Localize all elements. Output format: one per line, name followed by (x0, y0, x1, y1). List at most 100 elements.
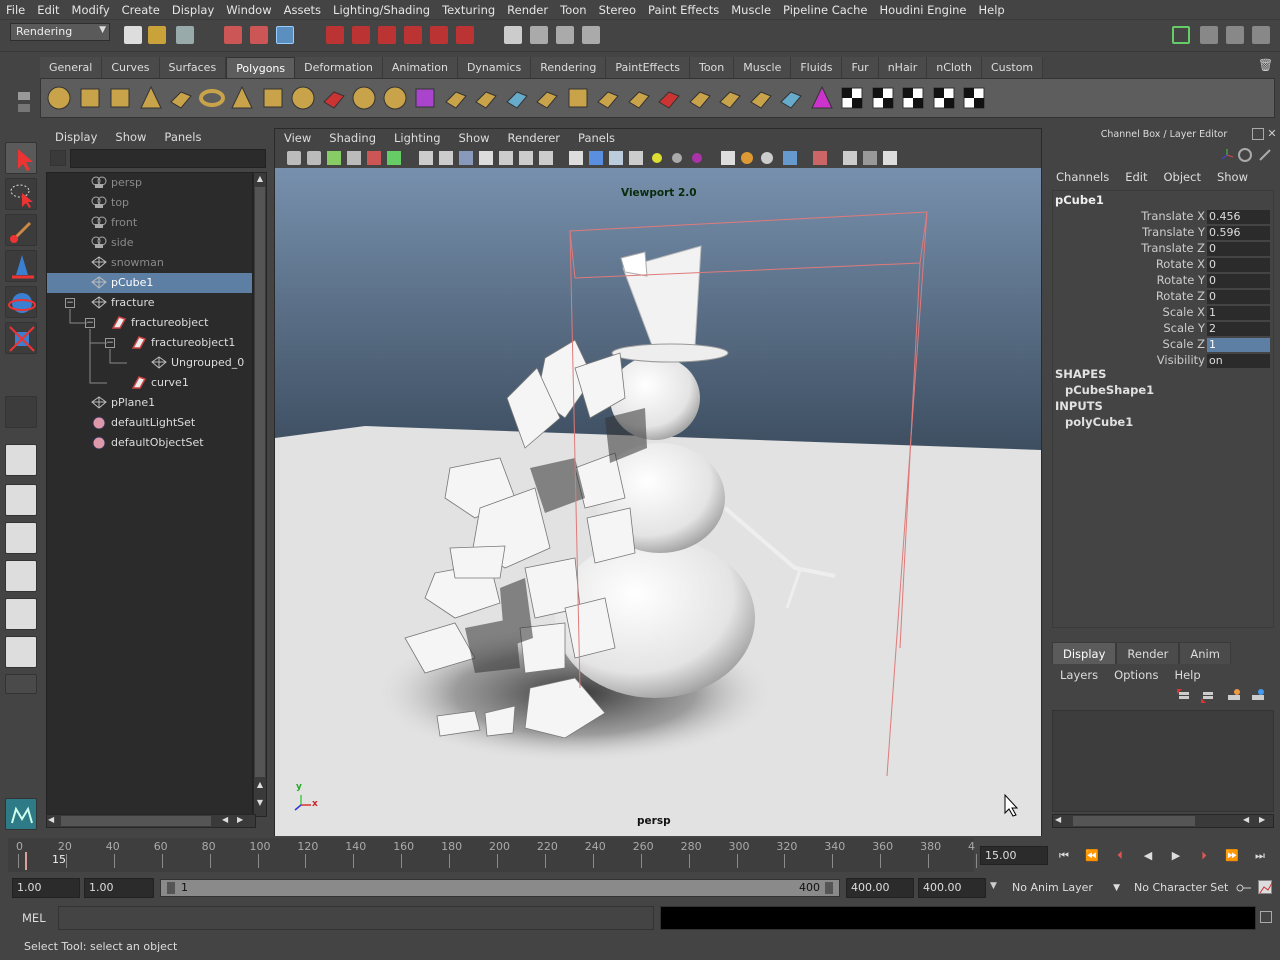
outliner-item[interactable]: − fracture (47, 293, 252, 313)
scroll-thumb[interactable] (255, 187, 265, 777)
outliner-item[interactable]: curve1 (47, 373, 252, 393)
uv-sew-icon[interactable] (930, 84, 958, 112)
selected-object-name[interactable]: pCube1 (1055, 193, 1104, 207)
shelf-tab-rendering[interactable]: Rendering (531, 57, 607, 78)
menu-houdini-engine[interactable]: Houdini Engine (873, 3, 972, 17)
snap-grid-icon[interactable] (326, 26, 344, 44)
expand-collapse-icon[interactable]: − (105, 338, 115, 348)
menu-muscle[interactable]: Muscle (725, 3, 777, 17)
snap-live-icon[interactable] (430, 26, 448, 44)
menu-toon[interactable]: Toon (554, 3, 592, 17)
select-hierarchy-icon[interactable] (224, 26, 242, 44)
menu-create[interactable]: Create (116, 3, 166, 17)
rotate-tool-icon[interactable] (5, 286, 37, 318)
menu-render[interactable]: Render (501, 3, 554, 17)
four-view-layout-icon[interactable] (5, 484, 37, 516)
shape-node[interactable]: pCubeShape1 (1065, 383, 1154, 397)
shelf-tab-polygons[interactable]: Polygons (226, 57, 296, 78)
channel-attribute-name[interactable]: Rotate Z (1156, 289, 1205, 303)
shelf-tab-dynamics[interactable]: Dynamics (457, 57, 532, 78)
character-set-dropdown[interactable]: No Character Set (1128, 878, 1238, 898)
viewport-toolbar-icons[interactable] (275, 147, 1041, 169)
channel-box-menu-object[interactable]: Object (1156, 170, 1209, 184)
modeling-toolkit-icon[interactable] (1172, 26, 1190, 44)
outliner-item[interactable]: pPlane1 (47, 393, 252, 413)
layer-horizontal-scrollbar[interactable]: ◀ ◀ ▶ (1052, 814, 1274, 828)
poly-sphere-icon[interactable] (45, 84, 73, 112)
manipulator-icon[interactable] (1220, 148, 1234, 162)
move-layer-up-icon[interactable] (1176, 688, 1192, 704)
scroll-up-icon[interactable]: ▲ (255, 780, 265, 792)
outliner-vertical-scrollbar[interactable]: ▲ ▲ ▼ (253, 172, 267, 817)
speed-icon[interactable] (1238, 148, 1252, 162)
poly-helix-icon[interactable] (289, 84, 317, 112)
script-editor-icon[interactable] (1260, 911, 1272, 923)
select-component-icon[interactable] (276, 26, 294, 44)
channel-attribute-row[interactable]: Rotate Y0 (1053, 273, 1275, 289)
shelf-tab-muscle[interactable]: Muscle (734, 57, 792, 78)
expand-collapse-icon[interactable]: − (65, 298, 75, 308)
step-forward-key-icon[interactable]: ⏵ (1196, 848, 1212, 864)
scale-tool-icon[interactable] (5, 322, 37, 354)
channel-box-icon[interactable] (1252, 26, 1270, 44)
outliner-item[interactable]: Ungrouped_0 (47, 353, 252, 373)
shelf-tab-nhair[interactable]: nHair (878, 57, 928, 78)
poly-torus-icon[interactable] (198, 84, 226, 112)
channel-attribute-value[interactable]: 0.456 (1207, 210, 1270, 224)
menu-stereo[interactable]: Stereo (593, 3, 642, 17)
menu-modify[interactable]: Modify (66, 3, 116, 17)
viewport-menu-view[interactable]: View (275, 131, 320, 145)
filter-options-icon[interactable] (50, 150, 66, 166)
step-back-key-icon[interactable]: ⏴ (1112, 848, 1128, 864)
playback-end-field[interactable]: 400.00 (846, 878, 914, 898)
average-vertices-icon[interactable] (411, 84, 439, 112)
viewport-menu-lighting[interactable]: Lighting (385, 131, 449, 145)
menu-edit[interactable]: Edit (31, 3, 65, 17)
open-scene-icon[interactable] (148, 26, 166, 44)
channel-box-menu-show[interactable]: Show (1209, 170, 1256, 184)
outliner-item[interactable]: defaultLightSet (47, 413, 252, 433)
insert-edge-loop-icon[interactable] (564, 84, 592, 112)
snap-point-icon[interactable] (378, 26, 396, 44)
command-language-label[interactable]: MEL (22, 911, 46, 925)
channel-attribute-value[interactable]: 0 (1207, 242, 1270, 256)
new-layer-selected-icon[interactable] (1250, 688, 1266, 704)
last-tool-slot[interactable] (5, 396, 37, 428)
shelf-tab-general[interactable]: General (40, 57, 103, 78)
outliner-menu-display[interactable]: Display (46, 130, 106, 144)
shelf-tab-animation[interactable]: Animation (382, 57, 458, 78)
outliner-item[interactable]: − fractureobject (47, 313, 252, 333)
channel-attribute-name[interactable]: Translate Z (1141, 241, 1205, 255)
persp-outliner-layout-icon[interactable] (5, 522, 37, 554)
channel-attribute-name[interactable]: Scale X (1163, 305, 1205, 319)
menu-pipeline-cache[interactable]: Pipeline Cache (777, 3, 873, 17)
outliner-item[interactable]: defaultObjectSet (47, 433, 252, 453)
channel-attribute-value[interactable]: 0 (1207, 290, 1270, 304)
channel-attribute-value[interactable]: on (1207, 354, 1270, 368)
menu-display[interactable]: Display (166, 3, 220, 17)
shelf-tab-curves[interactable]: Curves (102, 57, 160, 78)
shelf-menu-handle[interactable] (14, 60, 34, 118)
menu-set-dropdown[interactable]: Rendering ▼ (10, 23, 110, 41)
tool-settings-icon[interactable] (1226, 26, 1244, 44)
uv-cylindrical-icon[interactable] (808, 84, 836, 112)
new-layer-icon[interactable] (1226, 688, 1242, 704)
channel-attribute-row[interactable]: Rotate Z0 (1053, 289, 1275, 305)
split-polygon-icon[interactable] (533, 84, 561, 112)
channel-attribute-value[interactable]: 1 (1207, 338, 1270, 352)
uv-relax-icon[interactable] (899, 84, 927, 112)
start-time-field[interactable]: 1.00 (12, 878, 80, 898)
current-time-indicator[interactable] (25, 852, 27, 870)
animation-preferences-icon[interactable] (1258, 880, 1273, 894)
end-time-field[interactable]: 400.00 (918, 878, 986, 898)
uv-editor-icon[interactable] (960, 84, 988, 112)
layout-dropdown[interactable] (5, 674, 37, 694)
render-frame-icon[interactable] (530, 26, 548, 44)
extrude-icon[interactable] (442, 84, 470, 112)
expand-collapse-icon[interactable]: − (85, 318, 95, 328)
poly-prism-icon[interactable] (228, 84, 256, 112)
input-node[interactable]: polyCube1 (1065, 415, 1133, 429)
scroll-down-icon[interactable]: ▼ (255, 798, 265, 810)
viewport-menu-show[interactable]: Show (450, 131, 499, 145)
select-tool-icon[interactable] (5, 142, 37, 174)
